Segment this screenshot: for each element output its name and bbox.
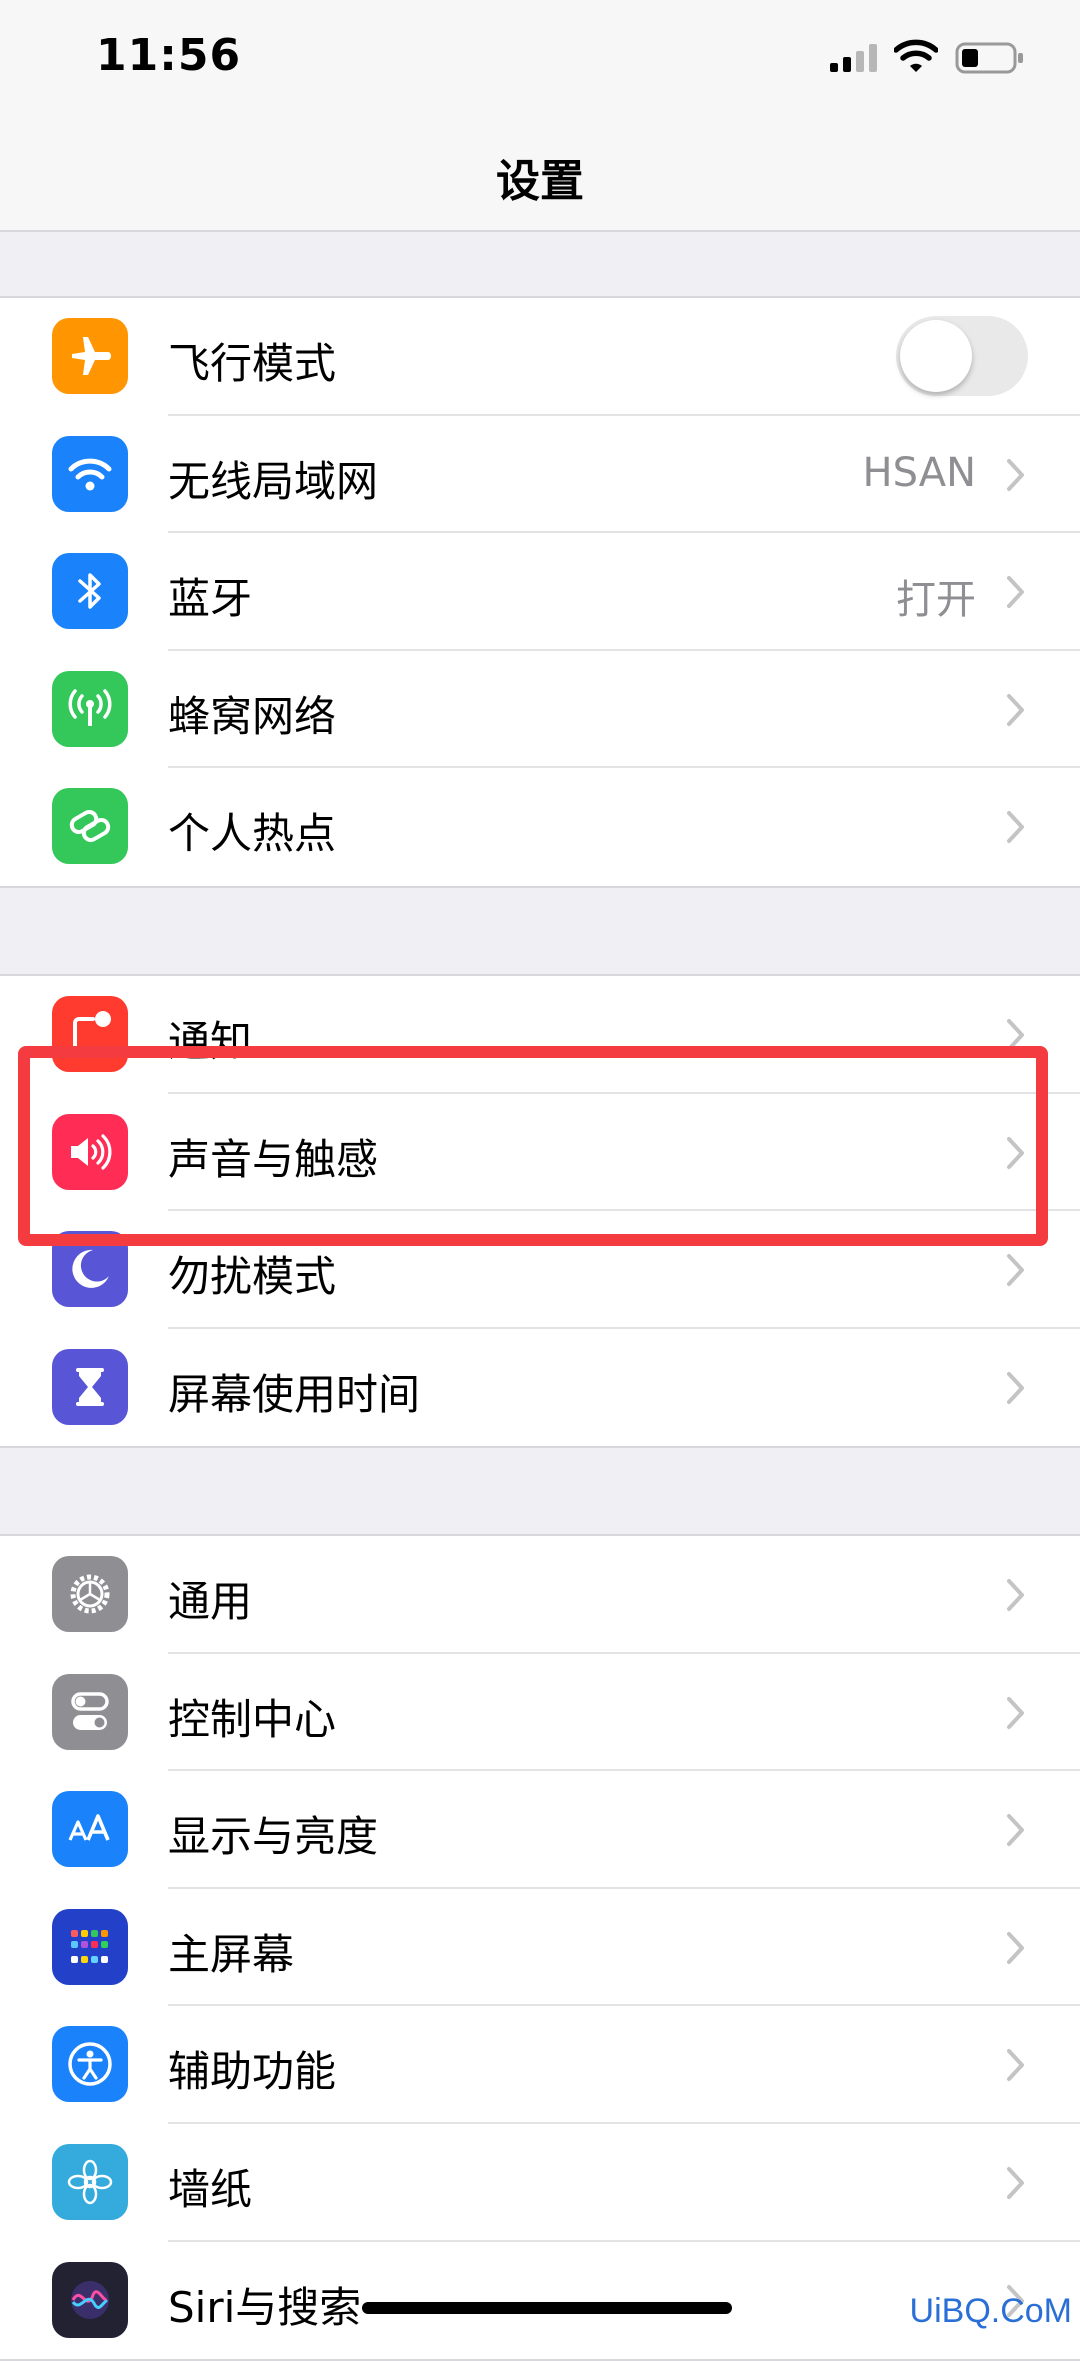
status-time: 11:56 xyxy=(96,30,242,81)
settings-row-airplane-mode[interactable]: 飞行模式 xyxy=(0,298,1080,416)
chevron-right-icon xyxy=(1007,1814,1024,1847)
row-label: 辅助功能 xyxy=(168,2047,337,2097)
chevron-right-icon xyxy=(1007,1931,1024,1964)
siri-icon xyxy=(52,2261,128,2338)
airplane-icon xyxy=(52,318,128,394)
row-label: 控制中心 xyxy=(168,1694,337,1744)
settings-row-control-center[interactable]: 控制中心 xyxy=(0,1654,1080,1772)
chevron-right-icon xyxy=(1007,2166,1024,2199)
row-label: 勿扰模式 xyxy=(168,1252,337,1302)
gear-icon xyxy=(52,1556,128,1632)
row-label: 通用 xyxy=(168,1577,253,1626)
status-bar: 11:56 xyxy=(0,0,1080,120)
row-label: Siri与搜索 xyxy=(168,2282,362,2332)
text-size-icon xyxy=(52,1791,128,1868)
settings-row-wifi[interactable]: 无线局域网 HSAN xyxy=(0,416,1080,534)
chevron-right-icon xyxy=(1007,458,1024,491)
settings-row-home-screen[interactable]: 主屏幕 xyxy=(0,1889,1080,2007)
settings-row-accessibility[interactable]: 辅助功能 xyxy=(0,2006,1080,2124)
home-indicator[interactable] xyxy=(362,2302,732,2314)
chevron-right-icon xyxy=(1007,811,1024,844)
hotspot-link-icon xyxy=(52,788,128,865)
wifi-status-icon xyxy=(894,39,938,72)
settings-row-general[interactable]: 通用 xyxy=(0,1536,1080,1654)
row-label: 屏幕使用时间 xyxy=(168,1369,421,1419)
chevron-right-icon xyxy=(1007,1696,1024,1729)
settings-row-screen-time[interactable]: 屏幕使用时间 xyxy=(0,1329,1080,1447)
settings-group-connectivity: 飞行模式 无线局域网 HSAN 蓝牙 打开 蜂窝网络 个人热点 xyxy=(0,296,1080,888)
navigation-bar: 设置 xyxy=(0,120,1080,232)
bluetooth-icon xyxy=(52,553,128,630)
chevron-right-icon xyxy=(1007,1579,1024,1611)
watermark-text: UiBQ.CoM xyxy=(909,2292,1072,2330)
switches-icon xyxy=(52,1673,128,1750)
highlight-annotation-box xyxy=(18,1046,1048,1246)
row-label: 显示与亮度 xyxy=(168,1812,379,1862)
home-screen-grid-icon xyxy=(52,1908,128,1985)
chevron-right-icon xyxy=(1007,576,1024,609)
bluetooth-status-value: 打开 xyxy=(896,577,976,624)
battery-icon xyxy=(955,42,1023,74)
wifi-network-value: HSAN xyxy=(862,449,977,496)
row-label: 个人热点 xyxy=(168,809,337,859)
toggle-knob xyxy=(900,320,972,392)
row-label: 蜂窝网络 xyxy=(168,691,337,741)
settings-group-general: 通用 控制中心 显示与亮度 主屏幕 辅助功能 墙纸 Siri与搜索 xyxy=(0,1534,1080,2361)
row-label: 飞行模式 xyxy=(168,339,337,388)
chevron-right-icon xyxy=(1007,1371,1024,1404)
settings-row-personal-hotspot[interactable]: 个人热点 xyxy=(0,768,1080,886)
chevron-right-icon xyxy=(1007,1254,1024,1287)
accessibility-icon xyxy=(52,2026,128,2103)
page-title: 设置 xyxy=(496,156,584,207)
chevron-right-icon xyxy=(1007,2049,1024,2082)
settings-row-bluetooth[interactable]: 蓝牙 打开 xyxy=(0,533,1080,651)
hourglass-icon xyxy=(52,1348,128,1425)
wifi-icon xyxy=(52,435,128,512)
settings-row-cellular[interactable]: 蜂窝网络 xyxy=(0,651,1080,769)
cellular-antenna-icon xyxy=(52,670,128,747)
flower-icon xyxy=(52,2143,128,2220)
row-label: 墙纸 xyxy=(168,2164,253,2214)
cellular-signal-icon xyxy=(830,44,877,72)
row-label: 无线局域网 xyxy=(168,456,379,506)
row-label: 蓝牙 xyxy=(168,574,253,624)
settings-row-display-brightness[interactable]: 显示与亮度 xyxy=(0,1771,1080,1889)
settings-row-wallpaper[interactable]: 墙纸 xyxy=(0,2124,1080,2242)
row-label: 主屏幕 xyxy=(168,1929,295,1979)
chevron-right-icon xyxy=(1007,693,1024,726)
airplane-mode-toggle[interactable] xyxy=(896,316,1028,396)
